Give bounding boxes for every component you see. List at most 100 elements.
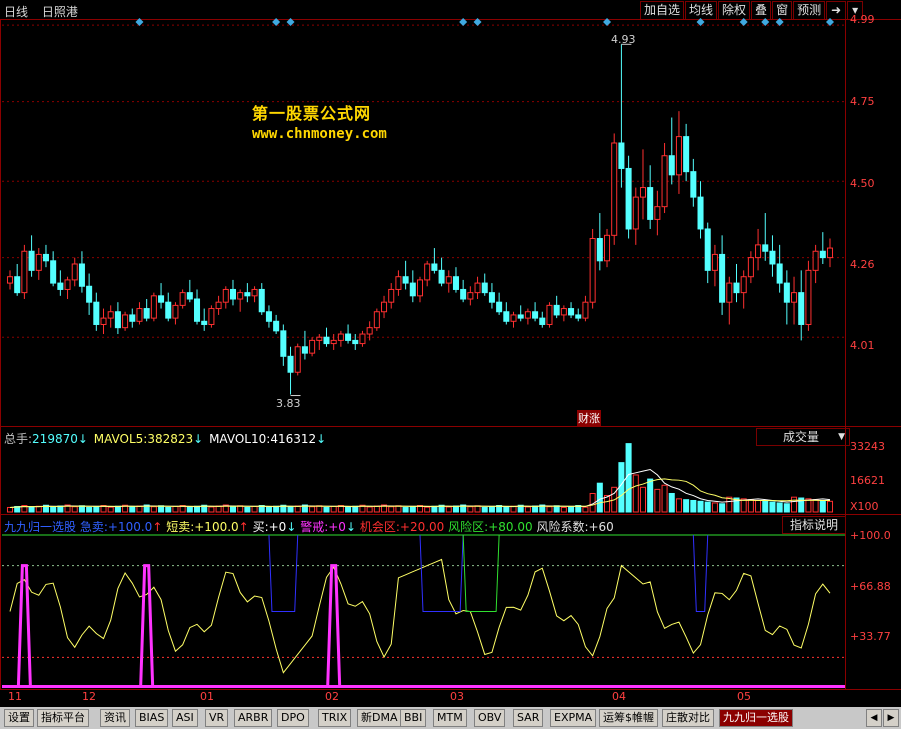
candle-body xyxy=(294,346,301,373)
candle-body xyxy=(237,292,244,300)
volume-bar xyxy=(675,498,682,513)
volume-bar xyxy=(50,506,57,513)
candle-body xyxy=(208,308,215,325)
indicator-item: 短卖:+100.0↑ xyxy=(166,520,249,534)
tab-8[interactable]: TRIX xyxy=(318,709,352,727)
month-label: 05 xyxy=(737,690,751,703)
candle-body xyxy=(445,276,452,284)
candle-body xyxy=(150,295,157,319)
candle-body xyxy=(762,244,769,252)
indicator-help-button[interactable]: 指标说明 xyxy=(782,516,846,534)
candle-body xyxy=(553,304,560,316)
candle-body xyxy=(244,292,251,297)
scroll-left-icon[interactable]: ◀ xyxy=(866,709,882,727)
candle-body xyxy=(114,311,121,329)
candle-body xyxy=(381,301,388,313)
tab-16[interactable]: 庄散对比 xyxy=(662,709,714,727)
volume-bar xyxy=(78,505,85,513)
volume-bar xyxy=(114,505,121,513)
volume-bar xyxy=(668,492,675,513)
candle-body xyxy=(215,301,222,310)
candle-body xyxy=(6,276,14,284)
volume-bar xyxy=(287,506,294,513)
volume-bar xyxy=(215,505,222,513)
candle-body xyxy=(568,308,575,316)
candle-body xyxy=(323,336,330,345)
candle-body xyxy=(661,155,668,208)
tab-11[interactable]: MTM xyxy=(433,709,467,727)
volume-bar xyxy=(726,496,733,513)
candle-body xyxy=(57,282,64,290)
tab-4[interactable]: ASI xyxy=(172,709,198,727)
volume-bar xyxy=(719,503,726,513)
candle-body xyxy=(503,311,510,322)
watermark-url: www.chnmoney.com xyxy=(252,126,387,142)
volume-bar xyxy=(28,506,35,513)
candle-body xyxy=(352,339,359,345)
tab-1[interactable]: 指标平台 xyxy=(37,709,89,727)
candle-body xyxy=(632,196,639,230)
tab-6[interactable]: ARBR xyxy=(234,709,273,727)
month-label: 11 xyxy=(8,690,22,703)
candle-body xyxy=(186,292,193,300)
candle-body xyxy=(424,263,431,281)
volume-bar xyxy=(150,506,157,513)
candle-body xyxy=(826,247,834,259)
candle-body xyxy=(78,263,85,287)
sell-signal-line xyxy=(268,534,299,612)
volume-bar xyxy=(812,499,819,513)
indicator-name[interactable]: 九九归一选股 xyxy=(4,520,76,534)
tab-0[interactable]: 设置 xyxy=(4,709,34,727)
scroll-right-icon[interactable]: ▶ xyxy=(883,709,899,727)
candle-body xyxy=(222,288,229,303)
candle-body xyxy=(388,288,395,303)
risk-coefficient-line xyxy=(9,558,831,674)
volume-bar xyxy=(690,499,697,513)
tab-14[interactable]: EXPMA xyxy=(550,709,597,727)
candle-body xyxy=(229,288,236,300)
volume-bar xyxy=(71,506,78,513)
volume-bar xyxy=(647,478,654,513)
tab-10[interactable]: BBI xyxy=(400,709,427,727)
tab-17[interactable]: 九九归一选股 xyxy=(719,709,793,727)
candle-body xyxy=(798,292,805,325)
candle-body xyxy=(431,263,438,271)
candle-body xyxy=(517,314,524,319)
volume-bar xyxy=(704,501,711,513)
candle-body xyxy=(596,238,603,262)
chart-canvas[interactable] xyxy=(0,0,901,729)
volume-bar xyxy=(568,505,575,513)
volume-bar xyxy=(265,506,272,513)
event-marker[interactable]: 财涨 xyxy=(577,410,601,426)
volume-bar xyxy=(661,484,668,513)
candle-body xyxy=(675,136,682,176)
indicator-item: 风险区:+80.00 xyxy=(448,520,533,534)
candle-body xyxy=(14,276,21,294)
volume-bar xyxy=(172,505,179,513)
tab-13[interactable]: SAR xyxy=(513,709,544,727)
volume-bar xyxy=(352,505,359,513)
candle-body xyxy=(755,244,762,259)
candle-body xyxy=(467,292,474,300)
month-label: 04 xyxy=(612,690,626,703)
volume-bar xyxy=(503,506,510,513)
candle-body xyxy=(143,308,150,319)
tab-2[interactable]: 资讯 xyxy=(100,709,130,727)
tab-9[interactable]: 新DMA xyxy=(357,709,402,727)
volume-bar xyxy=(6,506,14,513)
volume-bar xyxy=(273,505,280,513)
candle-body xyxy=(21,250,28,294)
tab-15[interactable]: 运筹$帷幄 xyxy=(599,709,658,727)
month-label: 03 xyxy=(450,690,464,703)
candle-body xyxy=(280,330,287,357)
tab-5[interactable]: VR xyxy=(205,709,229,727)
tab-7[interactable]: DPO xyxy=(277,709,309,727)
tab-3[interactable]: BIAS xyxy=(135,709,169,727)
candle-body xyxy=(805,269,812,325)
tab-12[interactable]: OBV xyxy=(474,709,506,727)
volume-bar xyxy=(596,482,603,513)
candle-body xyxy=(129,314,136,322)
volume-indicator-select[interactable]: 成交量 ▼ xyxy=(756,428,850,446)
candle-body xyxy=(395,276,402,290)
candle-body xyxy=(654,206,661,220)
